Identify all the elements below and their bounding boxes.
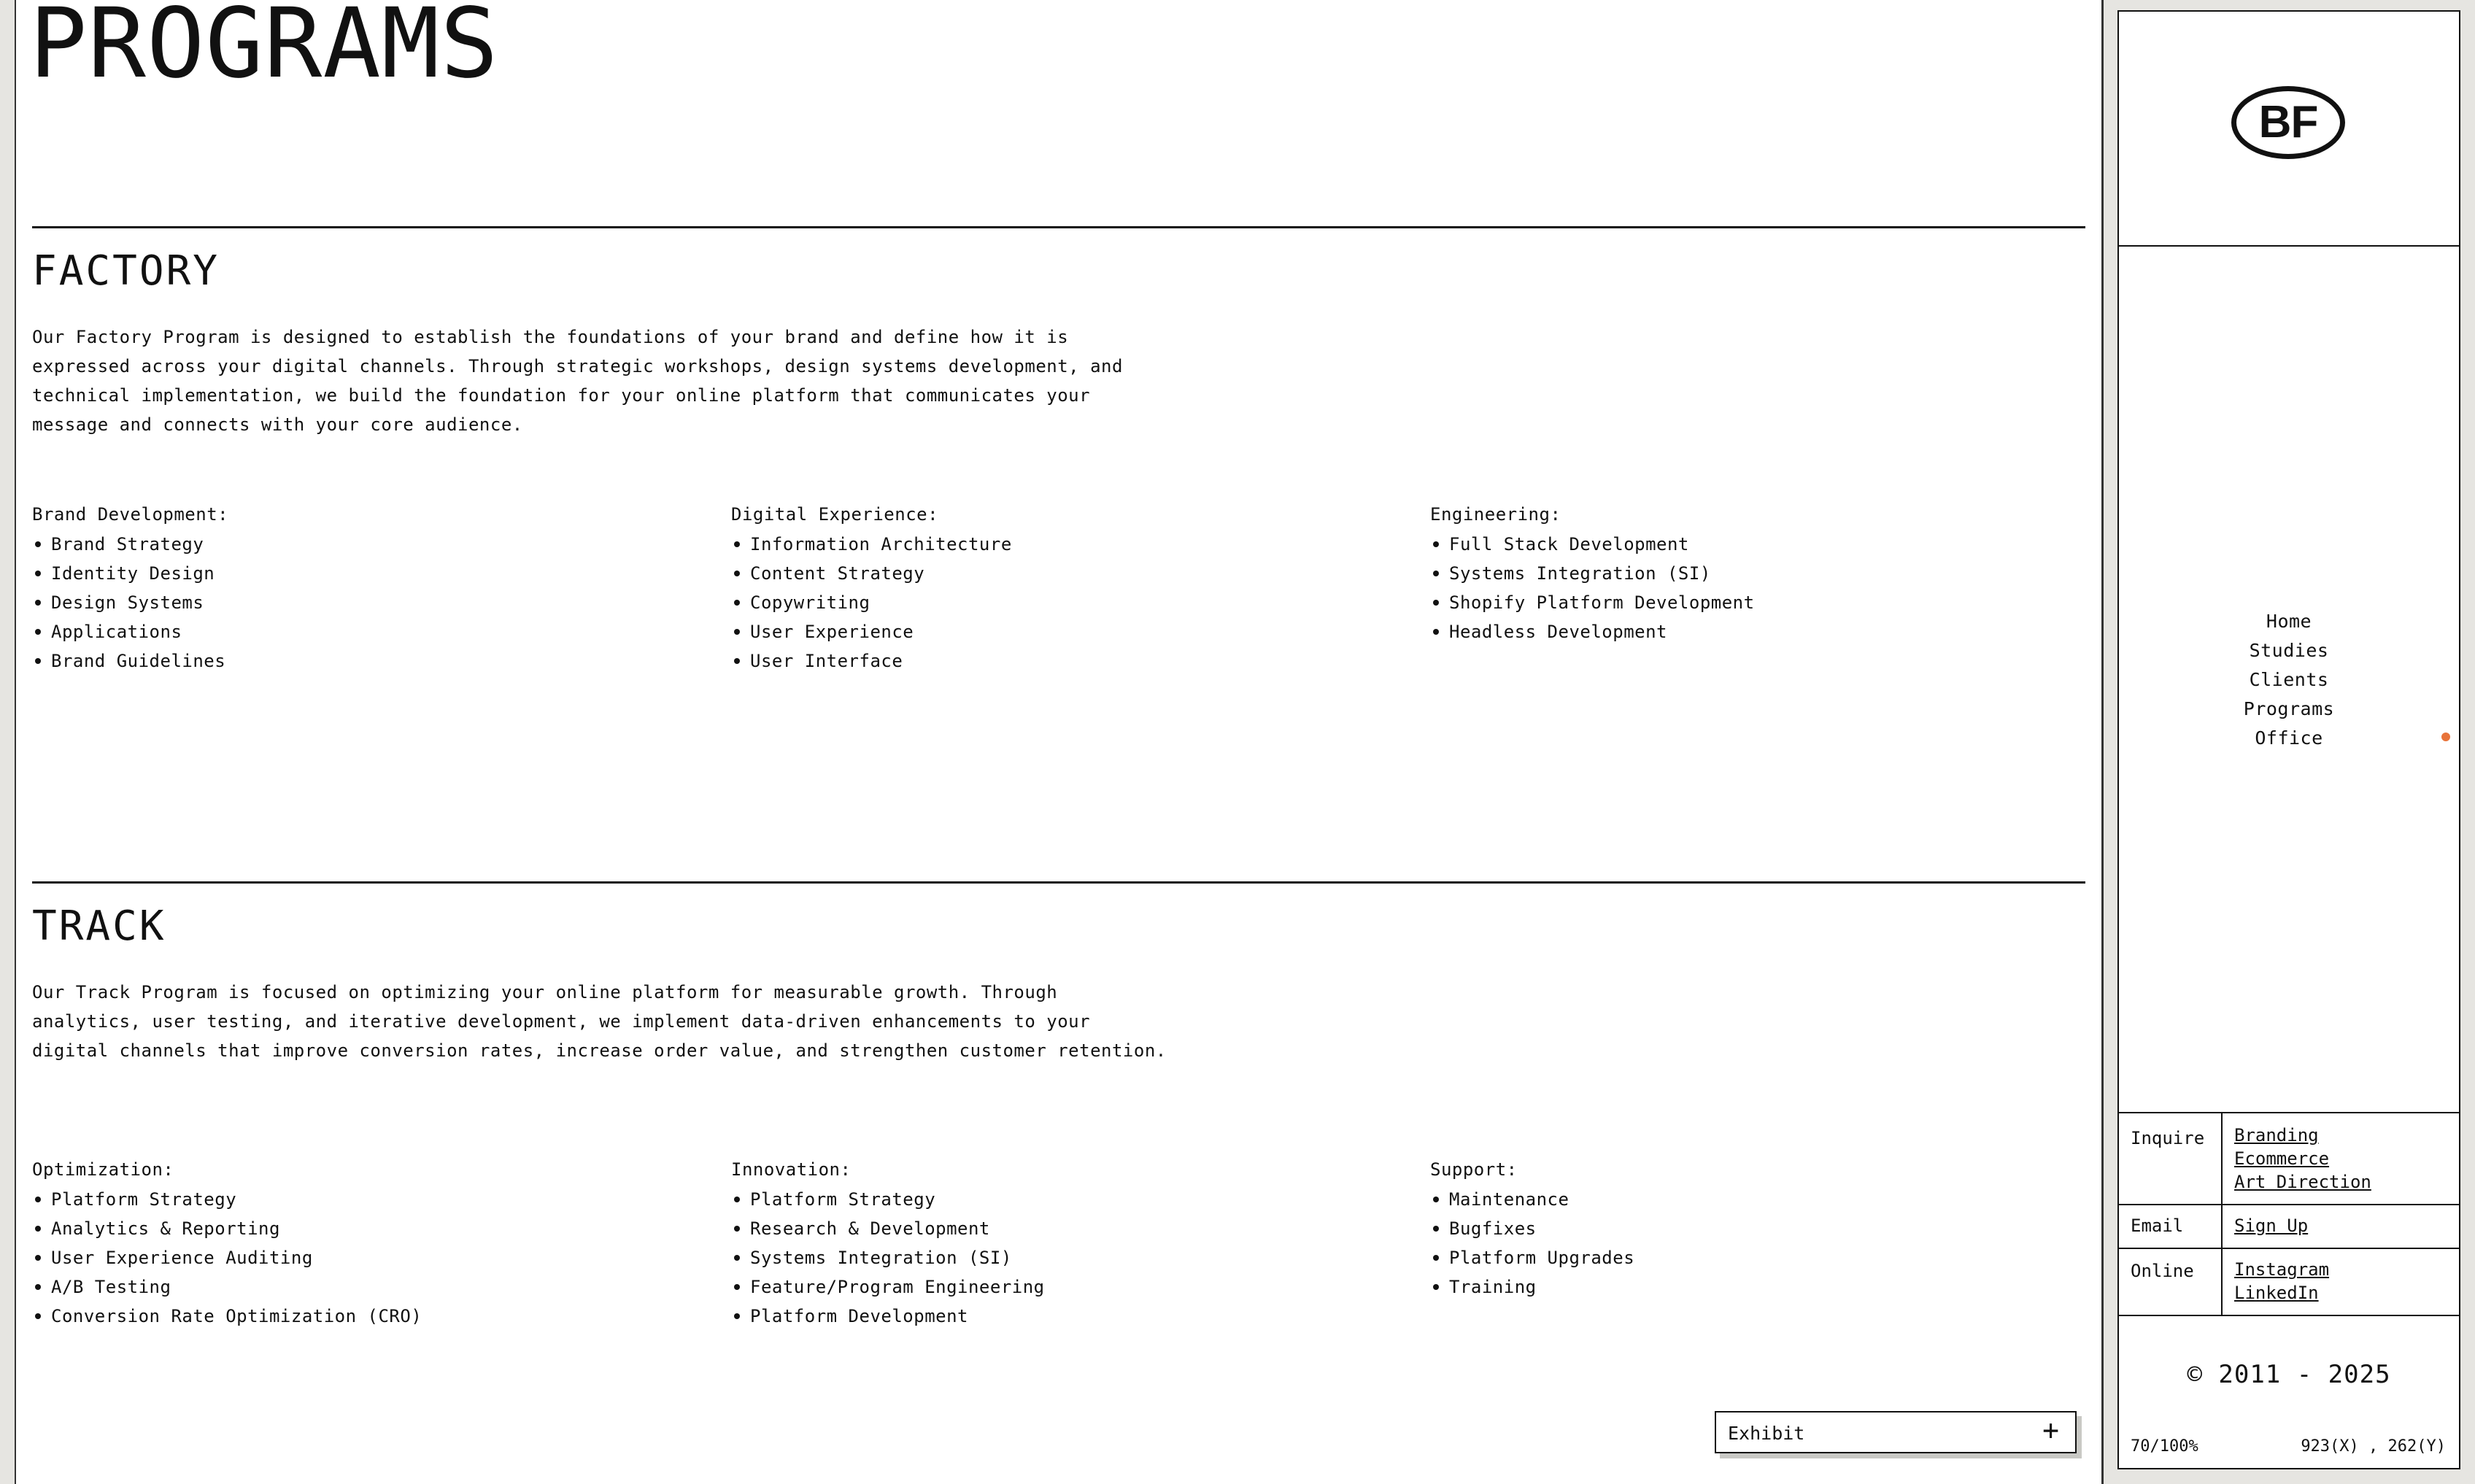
active-indicator-dot [2441,733,2450,741]
column-title: Brand Development: [32,504,229,525]
column-title: Support: [1430,1159,1518,1180]
email-row: Email Sign Up [2119,1204,2459,1249]
list-item: Brand Strategy [32,530,689,559]
list-item: User Interface [731,646,1388,676]
inquire-label: Inquire [2131,1128,2205,1148]
row-divider [2221,1113,2223,1205]
page-title: PROGRAMS [29,0,499,100]
sign-up-link[interactable]: Sign Up [2234,1214,2308,1237]
list-item: Systems Integration (SI) [731,1243,1388,1272]
track-description: Our Track Program is focused on optimizi… [32,982,1167,1061]
exhibit-button[interactable]: Exhibit + [1715,1411,2077,1453]
list-item: Applications [32,617,689,646]
column-title: Optimization: [32,1159,174,1180]
list-item: Platform Development [731,1302,1388,1331]
list-item: A/B Testing [32,1272,689,1302]
column-title: Digital Experience: [731,504,939,525]
list-item: Information Architecture [731,530,1388,559]
list-item: Systems Integration (SI) [1430,559,2087,588]
list-item: Brand Guidelines [32,646,689,676]
email-label: Email [2131,1216,2184,1236]
logo-area: BF [2119,12,2459,247]
row-divider [2221,1249,2223,1315]
list-item: Content Strategy [731,559,1388,588]
sidebar: BF Home Studies Clients Programs Office … [2117,10,2460,1469]
row-divider [2221,1205,2223,1249]
track-column-support: Support: Maintenance Bugfixes Platform U… [1430,1154,2087,1302]
list-item: Feature/Program Engineering [731,1272,1388,1302]
factory-column-brand-development: Brand Development: Brand Strategy Identi… [32,499,689,676]
list-item: Bugfixes [1430,1214,2087,1243]
section-divider [32,881,2085,884]
main-nav: Home Studies Clients Programs Office [2119,607,2459,753]
linkedin-link[interactable]: LinkedIn [2234,1281,2329,1305]
factory-column-digital-experience: Digital Experience: Information Architec… [731,499,1388,676]
list-item: Headless Development [1430,617,2087,646]
list-item: Shopify Platform Development [1430,588,2087,617]
instagram-link[interactable]: Instagram [2234,1258,2329,1281]
track-column-innovation: Innovation: Platform Strategy Research &… [731,1154,1388,1331]
column-title: Engineering: [1430,504,1561,525]
list-item: Platform Strategy [32,1185,689,1214]
online-label: Online [2131,1261,2194,1281]
online-row: Online Instagram LinkedIn [2119,1248,2459,1316]
nav-item-studies[interactable]: Studies [2119,636,2459,665]
cursor-coordinates: 923(X) , 262(Y) [2301,1437,2446,1456]
logo[interactable]: BF [2231,86,2345,159]
list-item: User Experience [731,617,1388,646]
section-title-track: TRACK [32,903,166,950]
inquire-link-branding[interactable]: Branding [2234,1124,2371,1147]
list-item: Full Stack Development [1430,530,2087,559]
list-item: Design Systems [32,588,689,617]
list-item: Conversion Rate Optimization (CRO) [32,1302,689,1331]
plus-icon: + [2042,1414,2059,1446]
zoom-readout: 70/100% [2131,1437,2198,1456]
main-content: PROGRAMS FACTORY Our Factory Program is … [15,0,2104,1484]
list-item: Research & Development [731,1214,1388,1243]
list-item: Platform Upgrades [1430,1243,2087,1272]
nav-item-programs[interactable]: Programs [2119,695,2459,724]
list-item: Copywriting [731,588,1388,617]
factory-column-engineering: Engineering: Full Stack Development Syst… [1430,499,2087,646]
exhibit-label: Exhibit [1728,1423,1805,1444]
list-item: User Experience Auditing [32,1243,689,1272]
list-item: Platform Strategy [731,1185,1388,1214]
list-item: Identity Design [32,559,689,588]
section-divider [32,226,2085,228]
nav-item-office[interactable]: Office [2119,724,2459,753]
inquire-row: Inquire Branding Ecommerce Art Direction [2119,1112,2459,1205]
nav-item-home[interactable]: Home [2119,607,2459,636]
track-column-optimization: Optimization: Platform Strategy Analytic… [32,1154,689,1331]
copyright: © 2011 - 2025 [2187,1360,2391,1389]
factory-description: Our Factory Program is designed to estab… [32,327,1123,435]
inquire-link-ecommerce[interactable]: Ecommerce [2234,1147,2371,1170]
nav-item-clients[interactable]: Clients [2119,665,2459,695]
list-item: Maintenance [1430,1185,2087,1214]
inquire-link-art-direction[interactable]: Art Direction [2234,1170,2371,1194]
list-item: Analytics & Reporting [32,1214,689,1243]
column-title: Innovation: [731,1159,852,1180]
list-item: Training [1430,1272,2087,1302]
section-title-factory: FACTORY [32,247,220,295]
